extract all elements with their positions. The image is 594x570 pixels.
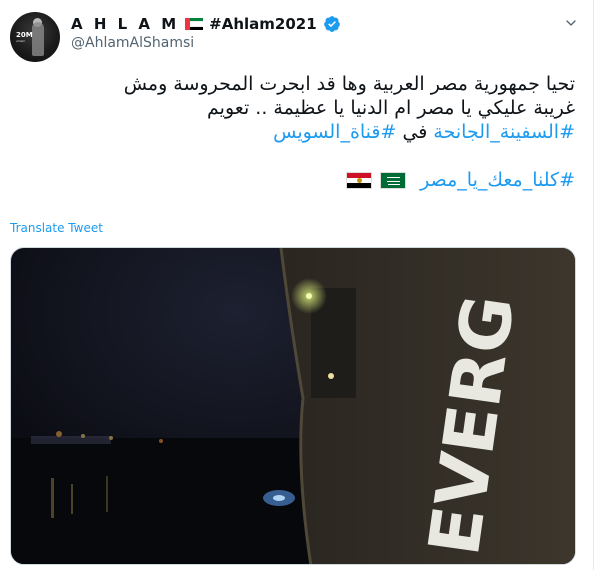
tweet-text-line-3: #السفينة_الجانحة في #قناة_السويس	[7, 120, 575, 144]
avatar-text: 20M	[16, 31, 33, 39]
tweet-text: تحيا جمهورية مصر العربية وها قد ابحرت ال…	[7, 72, 575, 192]
tweet-video-thumbnail[interactable]: EVERG	[10, 247, 576, 565]
tweet-text-line-blank	[7, 144, 575, 168]
translate-tweet-link[interactable]: Translate Tweet	[10, 221, 103, 235]
avatar-figure	[32, 22, 44, 56]
tweet-text-line-1: تحيا جمهورية مصر العربية وها قد ابحرت ال…	[123, 73, 575, 95]
hashtag-link-with-egypt[interactable]: #كلنا_معك_يا_مصر	[420, 169, 575, 191]
hashtag-link-suez-canal[interactable]: #قناة_السويس	[273, 121, 396, 143]
avatar[interactable]: 20M ahlam	[10, 12, 60, 62]
egypt-flag-icon	[346, 172, 373, 189]
display-name-hashtag: #Ahlam2021	[209, 15, 317, 33]
author-handle[interactable]: @AhlamAlShamsi	[71, 35, 194, 51]
tweet-text-line-4: #كلنا_معك_يا_مصر	[7, 168, 575, 192]
tweet-text-line-2: غريبة عليكي يا مصر ام الدنيا يا عظيمة ..…	[207, 97, 575, 119]
uae-flag-icon	[185, 18, 204, 30]
avatar-subtext: ahlam	[16, 39, 26, 43]
night-ship-scene: EVERG	[11, 248, 575, 564]
more-options-chevron-icon[interactable]	[560, 12, 582, 34]
tweet-text-connector: في	[396, 121, 434, 143]
tweet-card[interactable]: 20M ahlam A H L A M #Ahlam2021 @AhlamAlS…	[0, 0, 594, 570]
display-name[interactable]: A H L A M	[71, 15, 179, 33]
flag-emojis	[346, 172, 407, 189]
saudi-flag-icon	[380, 172, 407, 189]
hashtag-link-grounded-ship[interactable]: #السفينة_الجانحة	[433, 121, 575, 143]
verified-badge-icon	[323, 16, 340, 32]
author-name-row[interactable]: A H L A M #Ahlam2021	[71, 14, 341, 34]
